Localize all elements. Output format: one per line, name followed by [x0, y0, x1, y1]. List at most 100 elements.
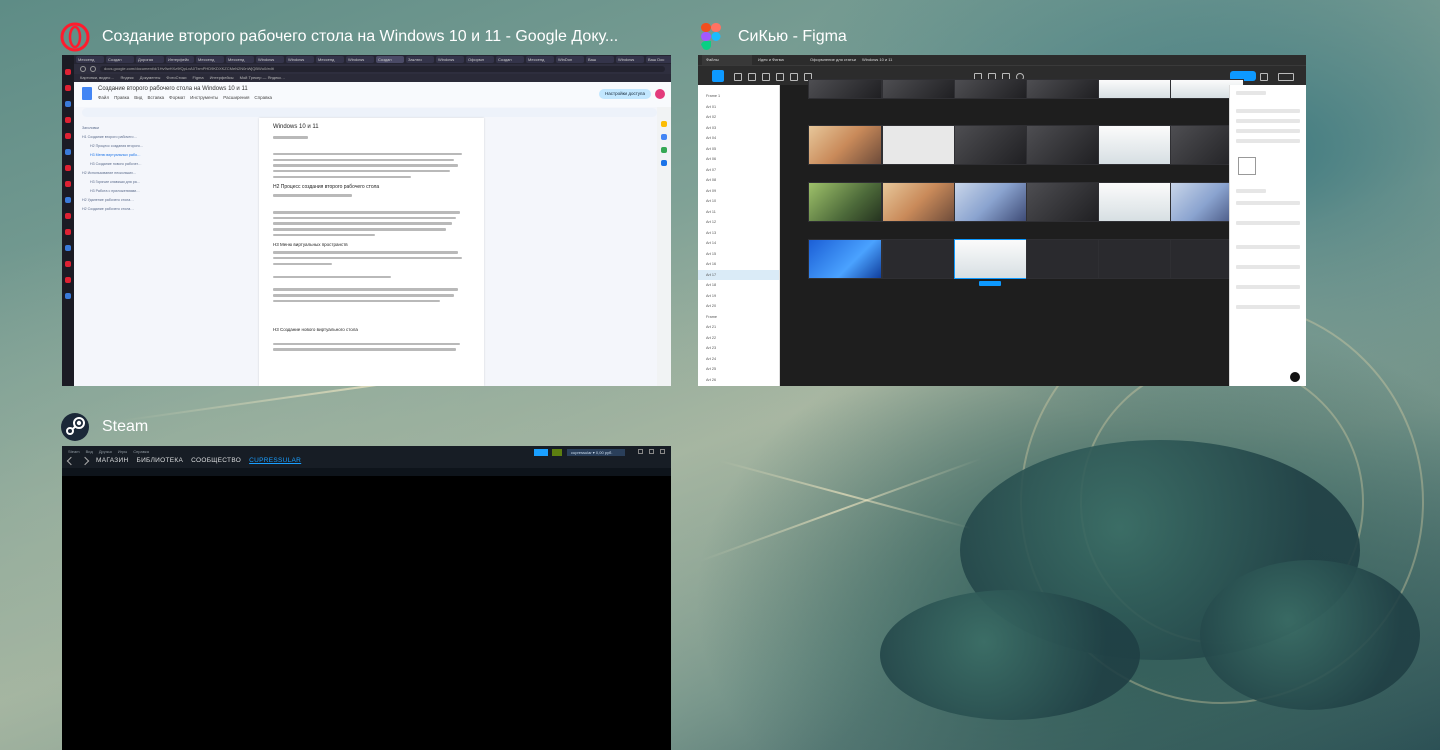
- steam-nav-item: МАГАЗИН: [96, 457, 129, 464]
- doc-menu-item: Вид: [134, 95, 143, 100]
- steam-menu-item: Steam: [68, 449, 80, 454]
- outline-item: H3 Меню виртуальных рабо…: [90, 153, 141, 157]
- text-tool-icon: [776, 73, 784, 81]
- window-title-bar[interactable]: СиКью - Figma: [696, 22, 847, 52]
- share-button: Настройки доступа: [599, 89, 651, 99]
- layer-item: Art 08: [706, 178, 717, 182]
- window-thumbnail[interactable]: Steam Вид Друзья Игры Справка МАГАЗИН БИБЛИОТ…: [62, 446, 671, 750]
- browser-tab: Мессенд: [316, 56, 344, 63]
- forward-icon: [80, 456, 90, 465]
- docs-toolbar: [82, 108, 657, 117]
- wallpaper-streak: [699, 457, 983, 562]
- reload-icon: [90, 66, 96, 72]
- wallpaper-streak: [719, 460, 972, 530]
- bookmark-item: Документы: [139, 75, 161, 80]
- browser-tab-bar: Мессенд Создан Дорогая Интерфейс Мессенд Месс…: [74, 55, 671, 64]
- figma-canvas: [780, 79, 1244, 386]
- figma-tab: Оформление для статьи: [810, 57, 856, 62]
- window-title: Создание второго рабочего стола на Windo…: [102, 28, 619, 45]
- layer-item: Art 15: [706, 251, 717, 256]
- page-h3: H3 Создание нового виртуального стола: [273, 327, 358, 333]
- layer-item: Art 07: [706, 167, 717, 172]
- steam-nav-item: СООБЩЕСТВО: [191, 457, 242, 464]
- steam-menu: Steam Вид Друзья Игры Справка: [68, 449, 149, 454]
- steam-menu-item: Друзья: [98, 449, 112, 454]
- window-thumbnail[interactable]: Файлы Идея и Фигма Оформление для статьи Wi…: [698, 55, 1306, 386]
- layer-item: Art 17: [698, 269, 779, 280]
- layer-item: Art 12: [706, 220, 717, 224]
- frame-tool-icon: [734, 73, 742, 81]
- outline-item: H2 Удаление рабочего стола…: [82, 198, 134, 202]
- layer-item: Art 09: [706, 188, 717, 193]
- doc-menu-item: Инструменты: [190, 95, 219, 100]
- layer-item: Frame: [706, 314, 717, 319]
- window-title: Steam: [102, 418, 149, 435]
- layer-item: Frame 1: [706, 94, 721, 98]
- pen-tool-icon: [762, 73, 770, 81]
- browser-tab: WinDon: [556, 56, 584, 63]
- layer-item: Art 27: [698, 385, 779, 386]
- docs-header: Создание второго рабочего стола на Windo…: [74, 82, 671, 107]
- layer-item: Art 11: [706, 209, 716, 214]
- docs-body: Заголовки H1 Создание второго рабочего… H2…: [74, 118, 666, 386]
- layers-panel: Frame 1 Art 01 Art 02 Art 03 Art 04 Art 05 Art…: [698, 85, 780, 386]
- layer-item: Art 03: [706, 125, 717, 130]
- doc-menu-item: Расширения: [223, 95, 250, 100]
- constraints-box: [1238, 157, 1256, 175]
- outline-item: H3 Работа с приложениями…: [90, 189, 140, 193]
- notification-icon: [552, 449, 562, 456]
- window-title-bar[interactable]: Steam: [60, 412, 148, 442]
- layer-item: Art 26: [706, 377, 717, 382]
- browser-tab: Создан: [496, 56, 524, 63]
- browser-tab: Мессенд: [76, 56, 104, 63]
- opera-sidebar: [62, 55, 74, 386]
- figma-tab: Windows 10 и 11: [862, 57, 893, 62]
- layer-item: Art 10: [706, 199, 717, 203]
- properties-panel: [1229, 85, 1306, 386]
- page-h2: H2 Процесс создания второго рабочего сто…: [273, 184, 380, 191]
- steam-url-bar: [62, 468, 671, 476]
- document-outline: Заголовки H1 Создание второго рабочего… H2…: [82, 126, 160, 216]
- browser-tab: Ваш: [586, 56, 614, 63]
- steam-menu-item: Игры: [117, 449, 128, 454]
- layer-item: Art 02: [706, 115, 717, 119]
- doc-title: Создание второго рабочего стола на Windo…: [98, 86, 248, 92]
- browser-tab: Создан: [376, 56, 404, 63]
- steam-menu-item: Вид: [85, 449, 93, 454]
- shape-tool-icon: [748, 73, 756, 81]
- doc-menu-item: Формат: [169, 95, 186, 100]
- browser-tab: Windows: [436, 56, 464, 63]
- window-thumbnail[interactable]: Мессенд Создан Дорогая Интерфейс Мессенд Месс…: [62, 55, 671, 386]
- doc-menu: Файл Правка Вид Вставка Формат Инструменты Рас…: [98, 95, 272, 100]
- outline-item: Заголовки: [82, 126, 99, 130]
- layer-item: Art 21: [706, 325, 717, 329]
- browser-tab: Windows: [286, 56, 314, 63]
- zoom-icon: [1278, 73, 1294, 81]
- layer-item: Art 24: [706, 356, 717, 361]
- figma-icon: [696, 22, 726, 52]
- wallpaper-tree: [1200, 560, 1420, 710]
- browser-tab: Создан: [106, 56, 134, 63]
- docs-logo-icon: [82, 87, 92, 100]
- page-h3: H3 Меню виртуальных пространств: [273, 242, 348, 248]
- wallpaper-tree: [880, 590, 1140, 720]
- browser-tab: Ваш Doc: [646, 56, 671, 63]
- steam-nav: МАГАЗИН БИБЛИОТЕКА СООБЩЕСТВО CUPRESSULAR: [66, 456, 301, 465]
- page-heading: Windows 10 и 11: [273, 124, 319, 130]
- user-account: cupressular ▾ 0,00 руб.: [567, 449, 625, 456]
- browser-tab: Дорогая: [136, 56, 164, 63]
- address-field: docs.google.com/document/d/1Hv9wHXz9fQpL…: [100, 66, 665, 72]
- layer-item: Art 01: [706, 104, 717, 109]
- figma-tab: Идея и Фигма: [758, 57, 784, 62]
- bookmark-item: Интерфейсы: [209, 75, 234, 80]
- layer-item: Art 22: [706, 335, 717, 340]
- bookmark-item: Картинки, видео…: [80, 75, 115, 80]
- layer-item: Art 05: [706, 146, 717, 151]
- window-title-bar[interactable]: Создание второго рабочего стола на Windo…: [60, 22, 618, 52]
- outline-item: H3 Горячие клавиши для ра…: [90, 180, 141, 184]
- back-icon: [66, 456, 76, 465]
- back-icon: [80, 66, 86, 72]
- layer-item: Art 20: [706, 304, 717, 308]
- browser-tab: Оформл: [466, 56, 494, 63]
- layer-item: Art 18: [706, 283, 717, 287]
